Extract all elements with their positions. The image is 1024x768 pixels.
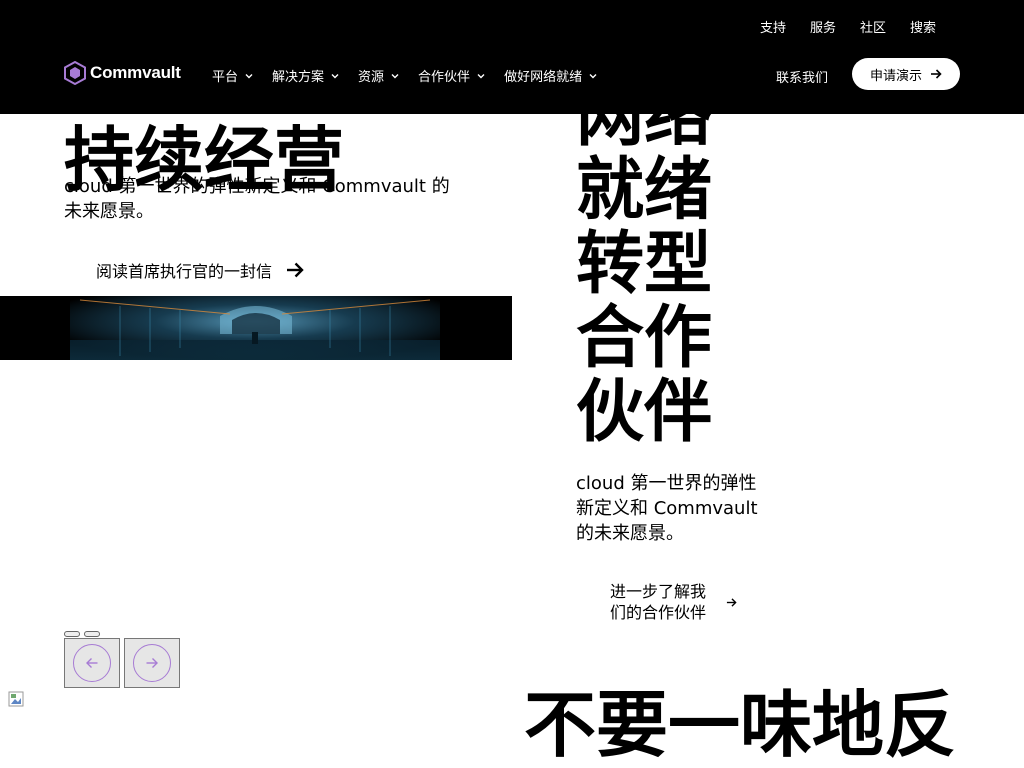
utility-link-community[interactable]: 社区 [860,17,886,36]
slide-1-cta-link[interactable]: 阅读首席执行官的一封信 [96,258,304,282]
request-demo-label: 申请演示 [869,68,922,84]
nav-item-solutions[interactable]: 解决方案 [272,66,340,85]
nav-item-platform[interactable]: 平台 [212,66,254,85]
carousel-prev-circle [73,644,111,682]
utility-nav: 支持 服务 社区 搜索 [760,17,936,36]
chevron-down-icon [391,73,399,78]
logo-text: Commvault [90,63,181,82]
utility-link-services[interactable]: 服务 [810,17,836,36]
broken-image-icon [8,691,24,707]
slide-2-cta-link[interactable]: 进一步了解我们的合作伙伴 [608,581,737,623]
commvault-logo[interactable]: Commvault [64,61,181,85]
carousel-next-circle [133,644,171,682]
nav-item-label: 平台 [212,70,239,85]
site-header: 支持 服务 社区 搜索 Commvault 平台 解决方案 资源 合作伙伴 做好… [0,0,1024,114]
request-demo-button[interactable]: 申请演示 [852,58,960,90]
nav-item-label: 解决方案 [272,70,325,85]
utility-link-search[interactable]: 搜索 [910,17,936,36]
contact-us-link[interactable]: 联系我们 [776,67,828,86]
carousel-prev-button[interactable] [64,638,120,688]
arrow-right-icon [146,658,158,668]
nav-item-label: 合作伙伴 [418,70,471,85]
slide-1-cta-label: 阅读首席执行官的一封信 [96,262,273,281]
chevron-down-icon [589,73,597,78]
slide-1-hero-image [0,296,512,360]
nav-item-resources[interactable]: 资源 [358,66,400,85]
slide-1-title: 持续经营 [64,118,344,201]
nav-item-label: 资源 [358,70,385,85]
arrow-left-icon [86,658,98,668]
carousel-dot-2[interactable] [84,631,100,637]
arrow-right-icon [726,597,737,607]
main-nav: 平台 解决方案 资源 合作伙伴 做好网络就绪 [212,66,598,85]
nav-item-label: 做好网络就绪 [504,70,583,85]
arrow-right-icon [931,69,942,79]
bottom-section-headline: 不要一味地反 [524,683,957,767]
chevron-down-icon [245,73,253,78]
slide-2-title: 网络就绪转型合作伙伴 [576,77,713,452]
commvault-logo-icon [64,61,86,85]
slide-2-description: cloud 第一世界的弹性新定义和 Commvault 的未来愿景。 [576,473,758,544]
carousel-next-button[interactable] [124,638,180,688]
slide-2-cta-label: 进一步了解我们的合作伙伴 [609,582,706,622]
nav-item-cyber-ready[interactable]: 做好网络就绪 [504,66,598,85]
chevron-down-icon [477,73,485,78]
chevron-down-icon [331,73,339,78]
nav-item-partners[interactable]: 合作伙伴 [418,66,486,85]
data-center-corridor-image [0,296,512,360]
arrow-right-icon [287,262,304,278]
carousel-dot-1[interactable] [64,631,80,637]
utility-link-support[interactable]: 支持 [760,17,786,36]
